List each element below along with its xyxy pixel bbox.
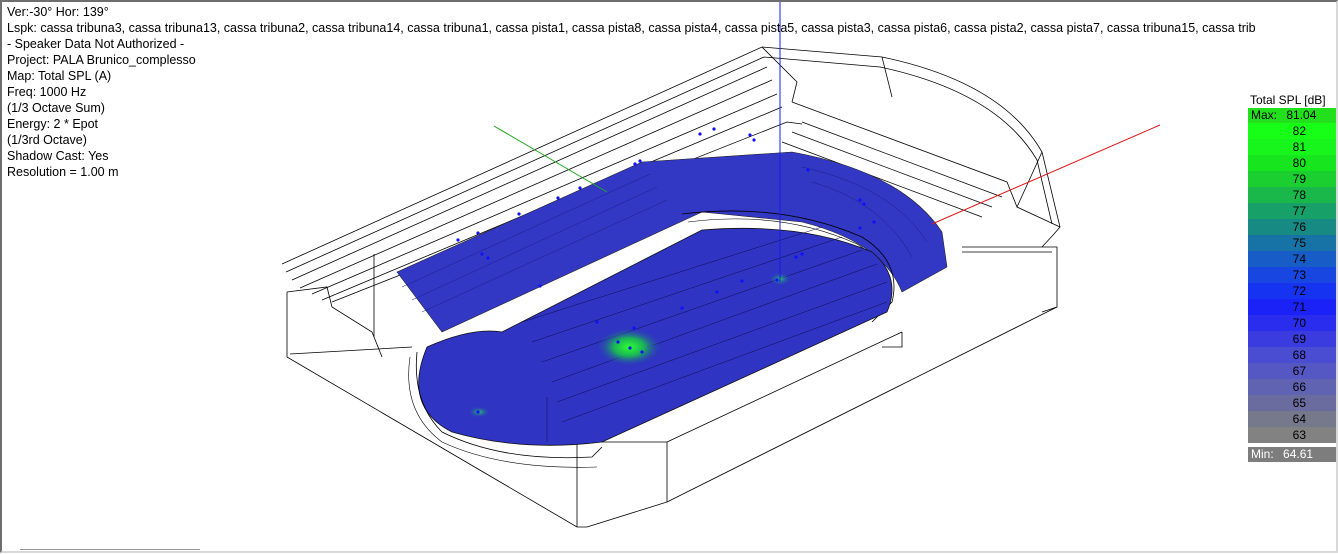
legend-row: 66 (1248, 379, 1336, 395)
legend-row: 81 (1248, 139, 1336, 155)
legend-row: 82 (1248, 123, 1336, 139)
legend-min: Min: 64.61 (1248, 447, 1336, 462)
legend-row: 69 (1248, 331, 1336, 347)
frequency: Freq: 1000 Hz (7, 85, 87, 99)
view-angle: Ver:-30° Hor: 139° (7, 5, 109, 19)
legend-min-value: 64.61 (1283, 447, 1314, 461)
legend-row: 75 (1248, 235, 1336, 251)
legend-row: 64 (1248, 411, 1336, 427)
legend-row: 73 (1248, 267, 1336, 283)
legend-scale: 82 81 80 79 78 77 76 75 74 73 72 71 70 69 68 67 66 65 64 63 (1248, 123, 1336, 443)
legend-row: 72 (1248, 283, 1336, 299)
legend-max: Max: 81.04 (1248, 108, 1336, 123)
octave-sum: (1/3 Octave Sum) (7, 101, 105, 115)
legend-max-value: 81.04 (1286, 108, 1317, 122)
legend-row: 74 (1248, 251, 1336, 267)
map-type: Map: Total SPL (A) (7, 69, 112, 83)
legend-row: 76 (1248, 219, 1336, 235)
legend-min-label: Min: (1251, 447, 1274, 461)
project-name: Project: PALA Brunico_complesso (7, 53, 196, 67)
legend-row: 78 (1248, 187, 1336, 203)
authorization-notice: - Speaker Data Not Authorized - (7, 37, 185, 51)
octave-band: (1/3rd Octave) (7, 133, 87, 147)
legend-row: 70 (1248, 315, 1336, 331)
energy: Energy: 2 * Epot (7, 117, 99, 131)
spl-color-legend: Total SPL [dB] Max: 81.04 82 81 80 79 78 77 76… (1248, 92, 1336, 462)
legend-row: 80 (1248, 155, 1336, 171)
legend-row: 67 (1248, 363, 1336, 379)
legend-row: 65 (1248, 395, 1336, 411)
loudspeaker-list: Lspk: cassa tribuna3, cassa tribuna13, c… (7, 21, 1256, 35)
legend-row: 71 (1248, 299, 1336, 315)
status-divider (20, 549, 200, 554)
legend-row: 68 (1248, 347, 1336, 363)
legend-max-label: Max: (1251, 108, 1278, 122)
map-info-panel: Ver:-30° Hor: 139° Lspk: cassa tribuna3,… (7, 4, 1256, 180)
legend-row: 79 (1248, 171, 1336, 187)
resolution: Resolution = 1.00 m (7, 165, 119, 179)
legend-row: 63 (1248, 427, 1336, 443)
legend-row: 77 (1248, 203, 1336, 219)
spl-3d-viewport[interactable]: Ver:-30° Hor: 139° Lspk: cassa tribuna3,… (0, 0, 1338, 553)
shadow-cast: Shadow Cast: Yes (7, 149, 109, 163)
legend-title: Total SPL [dB] (1250, 93, 1326, 107)
